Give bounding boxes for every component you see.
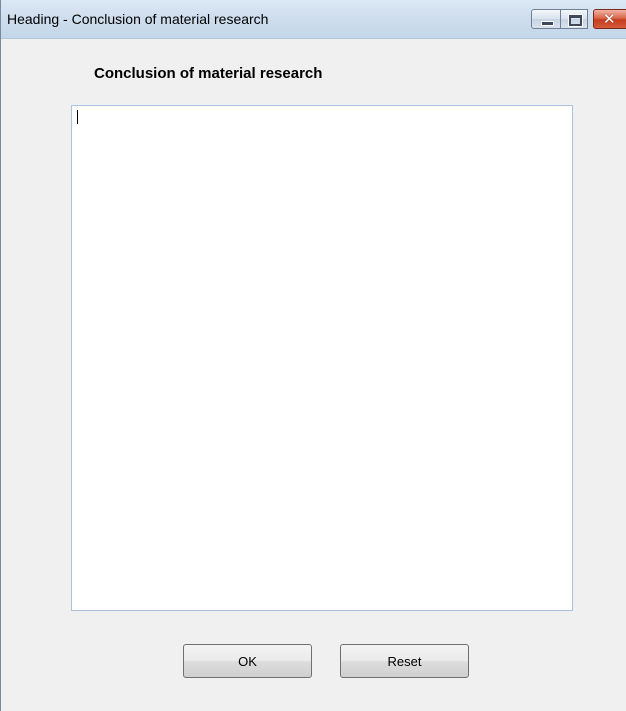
text-caret	[77, 110, 78, 124]
dialog-window: Heading - Conclusion of material researc…	[0, 0, 626, 711]
close-button[interactable]: ✕	[593, 9, 626, 29]
maximize-icon	[569, 15, 582, 26]
close-icon: ✕	[603, 10, 616, 28]
conclusion-text-area[interactable]	[71, 105, 573, 611]
reset-button[interactable]: Reset	[340, 644, 469, 678]
window-title: Heading - Conclusion of material researc…	[7, 11, 269, 27]
minimize-button[interactable]	[531, 9, 561, 29]
ok-button[interactable]: OK	[183, 644, 312, 678]
maximize-button[interactable]	[560, 9, 588, 29]
page-heading: Conclusion of material research	[94, 65, 323, 82]
minimize-icon	[541, 21, 554, 26]
title-bar[interactable]: Heading - Conclusion of material researc…	[1, 0, 626, 39]
